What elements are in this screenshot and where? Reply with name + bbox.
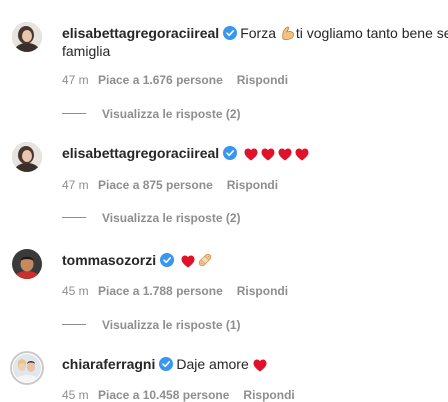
comment-text-line2: famiglia [62,43,111,59]
comment-meta: 47 m Piace a 1.676 persone Rispondi [62,73,288,87]
verified-badge-icon [223,26,238,40]
avatar-image [13,354,41,382]
comment-time: 45 m [62,284,89,298]
replies-divider [62,324,86,325]
comment-line: elisabettagregoraciireal [62,144,442,162]
comment-username[interactable]: chiaraferragni [62,356,155,372]
red-heart-emoji [295,148,309,161]
red-heart-emoji [181,255,195,268]
comment-text-part: ti vogliamo tanto bene sei [295,25,448,41]
comment-time: 47 m [62,73,89,87]
comment-text: Daje amore [176,356,249,372]
verified-badge-icon [159,357,174,371]
comment-text-part: Forza [240,25,280,41]
red-heart-emoji [253,359,267,372]
red-heart-emoji [261,148,275,161]
reply-button[interactable]: Rispondi [237,284,288,298]
replies-divider [62,217,86,218]
view-replies-label: Visualizza le risposte (2) [102,107,241,121]
flexed-biceps-emoji [282,26,294,40]
comment-line: tommasozorzi [62,251,442,269]
reply-button[interactable]: Rispondi [237,73,288,87]
comment-username[interactable]: elisabettagregoraciireal [62,25,219,41]
avatar[interactable] [12,249,42,279]
comment-username[interactable]: elisabettagregoraciireal [62,145,219,161]
comment-line: elisabettagregoraciireal Forza ti vogliam… [62,24,448,42]
comment-meta: 45 m Piace a 1.788 persone Rispondi [62,284,288,298]
comment-line: chiaraferragni Daje amore [62,355,442,373]
adhesive-bandage-emoji [198,253,212,267]
avatar[interactable] [12,22,42,52]
replies-divider [62,113,86,114]
view-replies-label: Visualizza le risposte (2) [102,211,241,225]
comment-likes[interactable]: Piace a 1.788 persone [98,284,223,298]
view-replies-button[interactable]: Visualizza le risposte (1) [62,318,241,332]
view-replies-label: Visualizza le risposte (1) [102,318,241,332]
red-heart-emoji [278,148,292,161]
verified-badge-icon [223,146,238,160]
view-replies-button[interactable]: Visualizza le risposte (2) [62,211,241,225]
comment-likes[interactable]: Piace a 1.676 persone [98,73,223,87]
red-heart-emoji [244,148,258,161]
reply-button[interactable]: Rispondi [227,178,278,192]
comment-time: 47 m [62,178,89,192]
comment-likes[interactable]: Piace a 875 persone [98,178,213,192]
avatar[interactable] [12,142,42,172]
view-replies-button[interactable]: Visualizza le risposte (2) [62,107,241,121]
comment-meta: 47 m Piace a 875 persone Rispondi [62,178,278,192]
comment-username[interactable]: tommasozorzi [62,252,156,268]
avatar[interactable] [10,351,44,385]
verified-badge-icon [160,253,175,267]
